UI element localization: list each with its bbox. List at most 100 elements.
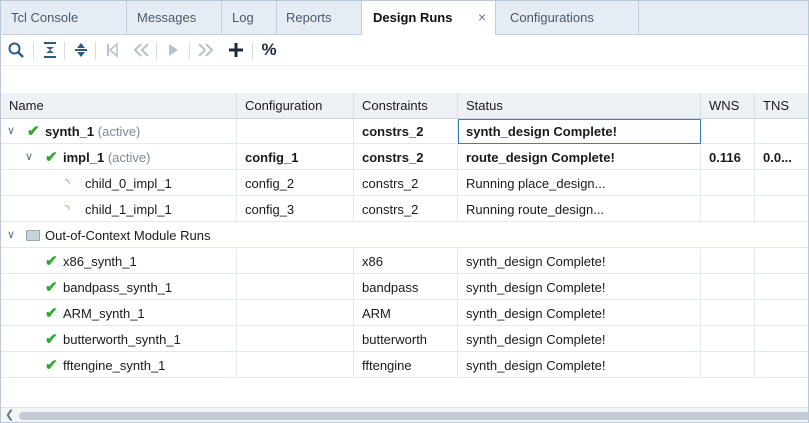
chevron-down-icon[interactable]: ∨ — [7, 223, 15, 248]
group-row[interactable]: ∨ Out-of-Context Module Runs — [1, 223, 808, 248]
horizontal-scrollbar[interactable]: ❮ — [1, 407, 808, 422]
status-cell: synth_design Complete! — [458, 275, 701, 300]
wns-cell — [701, 327, 755, 352]
constraints-cell: ARM — [354, 301, 458, 326]
tab-reports[interactable]: Reports — [277, 1, 361, 34]
tns-cell — [755, 249, 808, 274]
toolbar: % — [1, 35, 808, 65]
constraints-cell: butterworth — [354, 327, 458, 352]
configuration-cell — [237, 327, 354, 352]
wns-cell — [701, 119, 755, 144]
tab-messages[interactable]: Messages — [127, 1, 222, 34]
check-icon: ✔ — [45, 279, 58, 296]
table-row[interactable]: ◝ child_1_impl_1 config_3 constrs_2 Runn… — [1, 197, 808, 222]
active-label: (active) — [107, 150, 151, 165]
selection-outline — [458, 119, 701, 144]
wns-cell — [701, 275, 755, 300]
column-header-configuration[interactable]: Configuration — [237, 93, 354, 119]
run-name-cell: ARM_synth_1 — [59, 301, 237, 326]
constraints-cell: constrs_2 — [354, 197, 458, 222]
run-icon[interactable] — [161, 38, 185, 62]
configuration-cell — [237, 275, 354, 300]
wns-cell — [701, 301, 755, 326]
tab-label: Messages — [137, 10, 197, 25]
check-icon: ✔ — [45, 305, 58, 322]
constraints-cell: bandpass — [354, 275, 458, 300]
tns-cell — [755, 197, 808, 222]
configuration-cell — [237, 301, 354, 326]
run-name-cell: butterworth_synth_1 — [59, 327, 237, 352]
close-icon[interactable]: × — [478, 1, 486, 34]
run-name-cell: synth_1 (active) — [41, 119, 237, 144]
tab-tcl-console[interactable]: Tcl Console — [1, 1, 127, 34]
table-row[interactable]: ✔ ARM_synth_1 ARM synth_design Complete! — [1, 301, 808, 326]
tab-bar: Tcl Console Messages Log Reports Design … — [1, 1, 808, 35]
column-header-constraints[interactable]: Constraints — [354, 93, 458, 119]
add-icon[interactable] — [224, 38, 248, 62]
check-icon: ✔ — [45, 357, 58, 374]
check-icon: ✔ — [45, 253, 58, 270]
chevron-down-icon[interactable]: ∨ — [25, 145, 33, 170]
tab-design-runs[interactable]: Design Runs — [361, 1, 496, 35]
constraints-cell: constrs_2 — [354, 145, 458, 170]
tns-cell — [755, 353, 808, 378]
column-header-status[interactable]: Status — [458, 93, 701, 119]
column-header-name[interactable]: Name — [1, 93, 237, 119]
configuration-cell — [237, 249, 354, 274]
run-name: synth_1 — [45, 124, 95, 139]
table-row[interactable]: ∨ ✔ synth_1 (active) constrs_2 synth_des… — [1, 119, 808, 144]
previous-icon[interactable] — [129, 38, 153, 62]
wns-cell — [701, 249, 755, 274]
chevron-down-icon[interactable]: ∨ — [7, 119, 15, 144]
tab-label: Configurations — [510, 10, 594, 25]
first-icon[interactable] — [100, 38, 124, 62]
table-row[interactable]: ✔ fftengine_synth_1 fftengine synth_desi… — [1, 353, 808, 378]
wns-cell — [701, 353, 755, 378]
percent-icon[interactable]: % — [257, 38, 281, 62]
tab-label: Log — [232, 10, 254, 25]
check-icon: ✔ — [27, 123, 40, 140]
run-name: impl_1 — [63, 150, 105, 165]
tns-cell — [755, 119, 808, 144]
run-name-cell: impl_1 (active) — [59, 145, 237, 170]
column-header-tns[interactable]: TNS — [755, 93, 808, 119]
running-spinner-icon: ◝ — [65, 202, 70, 216]
constraints-cell: constrs_2 — [354, 119, 458, 144]
active-label: (active) — [97, 124, 141, 139]
check-icon: ✔ — [45, 331, 58, 348]
design-runs-panel: Tcl Console Messages Log Reports Design … — [0, 0, 809, 423]
scroll-left-icon[interactable]: ❮ — [5, 408, 14, 422]
run-name-cell: child_0_impl_1 — [79, 171, 237, 196]
tab-log[interactable]: Log — [222, 1, 277, 34]
table-row[interactable]: ✔ butterworth_synth_1 butterworth synth_… — [1, 327, 808, 352]
tns-cell — [755, 171, 808, 196]
run-name-cell: fftengine_synth_1 — [59, 353, 237, 378]
status-cell: Running place_design... — [458, 171, 701, 196]
tab-label: Tcl Console — [11, 10, 79, 25]
status-cell: synth_design Complete! — [458, 249, 701, 274]
folder-icon — [26, 230, 40, 241]
running-spinner-icon: ◝ — [65, 176, 70, 190]
group-label: Out-of-Context Module Runs — [45, 228, 211, 243]
run-name-cell: child_1_impl_1 — [79, 197, 237, 222]
tns-cell: 0.0... — [763, 150, 792, 165]
collapse-all-icon[interactable] — [38, 38, 62, 62]
table-row[interactable]: ✔ x86_synth_1 x86 synth_design Complete! — [1, 249, 808, 274]
table-row[interactable]: ∨ ✔ impl_1 (active) config_1 constrs_2 r… — [1, 145, 808, 170]
search-icon[interactable] — [4, 38, 28, 62]
tab-label: Design Runs — [373, 10, 453, 25]
check-icon: ✔ — [45, 149, 58, 166]
column-header-wns[interactable]: WNS — [701, 93, 755, 119]
tab-configurations[interactable]: Configurations — [496, 1, 639, 34]
configuration-cell: config_1 — [237, 145, 354, 170]
status-cell: route_design Complete! — [458, 145, 701, 170]
tns-cell — [755, 327, 808, 352]
configuration-cell: config_2 — [237, 171, 354, 196]
expand-all-icon[interactable] — [69, 38, 93, 62]
wns-cell: 0.116 — [701, 145, 755, 170]
table-row[interactable]: ✔ bandpass_synth_1 bandpass synth_design… — [1, 275, 808, 300]
scrollbar-thumb[interactable] — [19, 412, 808, 420]
next-icon[interactable] — [194, 38, 218, 62]
tab-label: Reports — [286, 10, 332, 25]
table-row[interactable]: ◝ child_0_impl_1 config_2 constrs_2 Runn… — [1, 171, 808, 196]
